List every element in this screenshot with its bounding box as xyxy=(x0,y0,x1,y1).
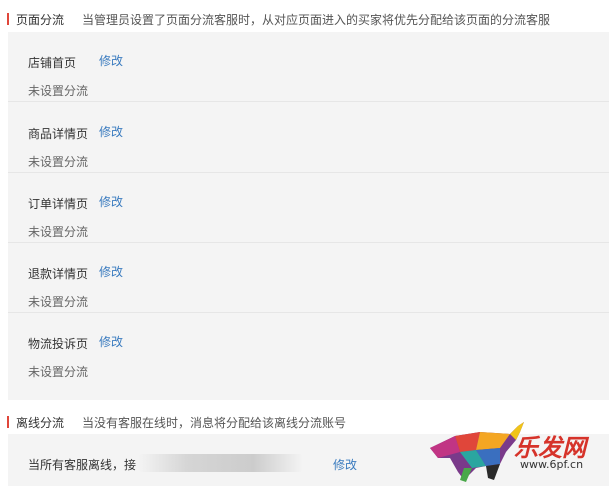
divider xyxy=(8,101,609,102)
page-routing-item: 订单详情页 修改 未设置分流 xyxy=(8,173,609,243)
page-routing-item: 店铺首页 修改 未设置分流 xyxy=(8,32,609,102)
page-name: 退款详情页 xyxy=(28,267,89,281)
edit-link[interactable]: 修改 xyxy=(99,123,123,140)
routing-status: 未设置分流 xyxy=(28,84,89,98)
section-header-page-routing: 页面分流 当管理员设置了页面分流客服时，从对应页面进入的买家将优先分配给该页面的… xyxy=(0,9,609,29)
page-routing-item: 退款详情页 修改 未设置分流 xyxy=(8,243,609,313)
edit-link[interactable]: 修改 xyxy=(99,52,123,69)
page-routing-item: 商品详情页 修改 未设置分流 xyxy=(8,103,609,173)
offline-routing-text: 当所有客服离线，接 xyxy=(28,458,137,472)
routing-status: 未设置分流 xyxy=(28,225,89,239)
page-name: 商品详情页 xyxy=(28,127,89,141)
section-description: 当没有客服在线时，消息将分配给该离线分流账号 xyxy=(82,415,347,430)
section-title: 离线分流 xyxy=(16,415,65,430)
page-name: 店铺首页 xyxy=(28,56,77,70)
page-name: 订单详情页 xyxy=(28,197,89,211)
page-routing-panel: 店铺首页 修改 未设置分流 商品详情页 修改 未设置分流 订单详情页 修改 未设… xyxy=(8,32,609,400)
routing-status: 未设置分流 xyxy=(28,295,89,309)
section-description: 当管理员设置了页面分流客服时，从对应页面进入的买家将优先分配给该页面的分流客服 xyxy=(82,12,551,27)
page-name: 物流投诉页 xyxy=(28,337,89,351)
routing-status: 未设置分流 xyxy=(28,365,89,379)
edit-link[interactable]: 修改 xyxy=(99,333,123,350)
page-routing-item: 物流投诉页 修改 未设置分流 xyxy=(8,313,609,383)
edit-link[interactable]: 修改 xyxy=(99,193,123,210)
edit-link[interactable]: 修改 xyxy=(333,456,357,473)
routing-status: 未设置分流 xyxy=(28,155,89,169)
edit-link[interactable]: 修改 xyxy=(99,263,123,280)
watermark-url: www.6pf.cn xyxy=(520,458,584,471)
redacted-account-blur xyxy=(138,454,303,472)
section-title: 页面分流 xyxy=(16,12,65,27)
section-accent-bar xyxy=(7,416,9,428)
section-accent-bar xyxy=(7,13,9,25)
